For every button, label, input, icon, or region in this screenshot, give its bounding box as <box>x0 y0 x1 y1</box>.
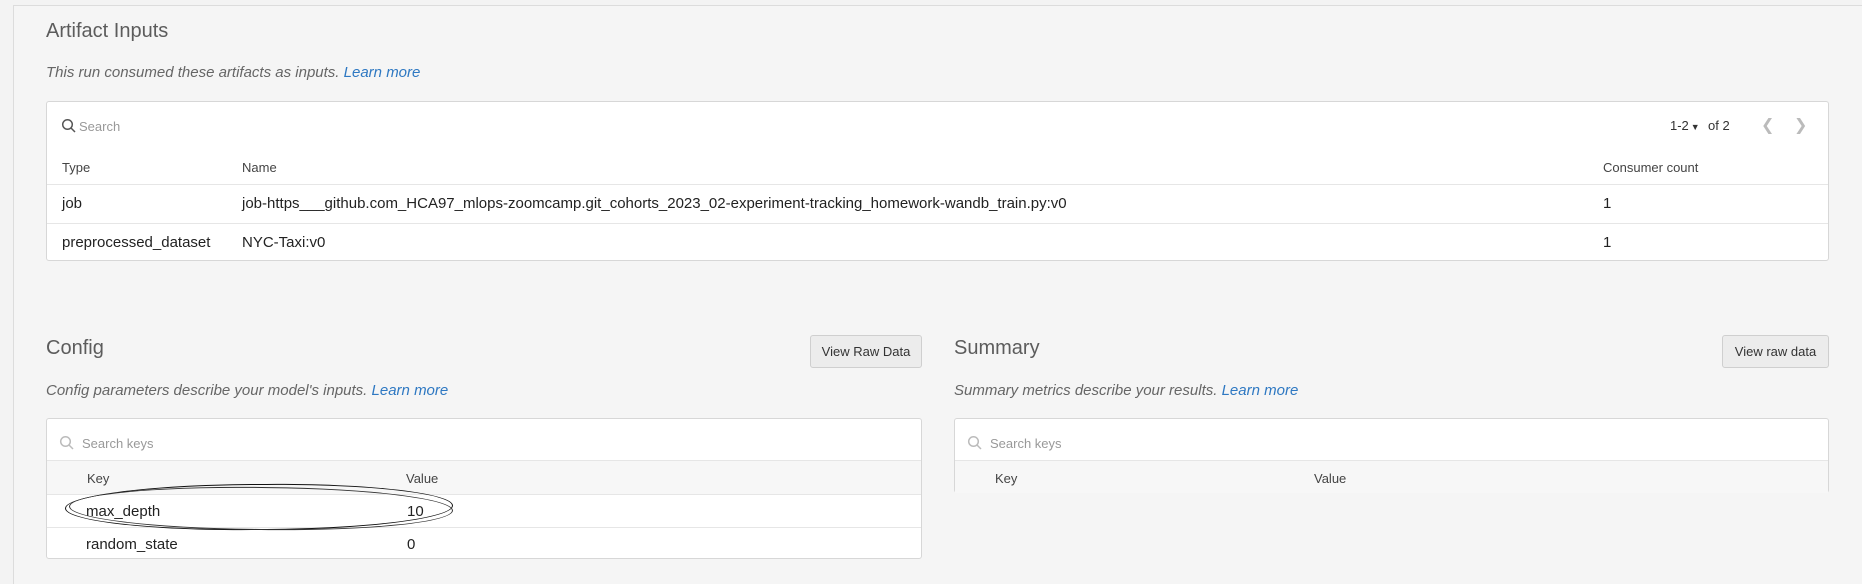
artifact-name-link[interactable]: job-https___github.com_HCA97_mlops-zoomc… <box>242 195 1067 212</box>
config-value: 0 <box>407 536 416 553</box>
artifact-consumer-count: 1 <box>1603 234 1612 251</box>
column-header-value[interactable]: Value <box>1314 471 1346 486</box>
artifact-type: preprocessed_dataset <box>62 234 211 251</box>
artifact-search-input[interactable] <box>79 114 579 138</box>
view-raw-data-summary-button[interactable]: View raw data <box>1722 335 1829 368</box>
search-icon <box>967 435 983 451</box>
column-header-consumer-count[interactable]: Consumer count <box>1603 160 1698 175</box>
chevron-right-icon[interactable]: ❯ <box>1794 115 1807 135</box>
table-row[interactable]: job job-https___github.com_HCA97_mlops-z… <box>47 184 1828 223</box>
summary-learn-more-link[interactable]: Learn more <box>1222 382 1299 399</box>
config-description: Config parameters describe your model's … <box>46 382 448 399</box>
summary-description: Summary metrics describe your results. L… <box>954 382 1298 399</box>
search-icon <box>61 118 77 134</box>
config-search-input[interactable] <box>82 431 582 455</box>
artifact-consumer-count: 1 <box>1603 195 1612 212</box>
pagination-total: of 2 <box>1708 118 1730 133</box>
column-header-type[interactable]: Type <box>62 160 90 175</box>
column-header-key[interactable]: Key <box>87 471 109 486</box>
table-row[interactable]: preprocessed_dataset NYC-Taxi:v0 1 <box>47 223 1828 261</box>
config-key: random_state <box>86 536 178 553</box>
artifact-inputs-description-text: This run consumed these artifacts as inp… <box>46 64 340 81</box>
pagination-range: 1-2 <box>1670 118 1689 133</box>
config-title: Config <box>46 337 104 359</box>
artifact-inputs-title: Artifact Inputs <box>46 20 169 42</box>
artifact-inputs-learn-more-link[interactable]: Learn more <box>344 64 421 81</box>
artifact-type: job <box>62 195 83 212</box>
config-description-text: Config parameters describe your model's … <box>46 382 368 399</box>
column-header-key[interactable]: Key <box>995 471 1017 486</box>
summary-search-input[interactable] <box>990 431 1490 455</box>
summary-table-header: Key Value <box>955 460 1828 493</box>
artifact-inputs-table: 1-2▼ of 2 ❮ ❯ Type Name Consumer count j… <box>46 101 1829 261</box>
column-header-value[interactable]: Value <box>406 471 438 486</box>
artifact-search-row: 1-2▼ of 2 ❮ ❯ <box>47 102 1828 150</box>
summary-table: Key Value <box>954 418 1829 493</box>
chevron-down-icon: ▼ <box>1690 122 1700 132</box>
config-learn-more-link[interactable]: Learn more <box>372 382 449 399</box>
pagination-range-dropdown[interactable]: 1-2 ▼ <box>1670 118 1700 133</box>
config-row-random-state[interactable]: random_state 0 <box>47 527 921 560</box>
artifact-name-link[interactable]: NYC-Taxi:v0 <box>242 234 325 251</box>
column-header-name[interactable]: Name <box>242 160 277 175</box>
summary-title: Summary <box>954 337 1040 359</box>
summary-description-text: Summary metrics describe your results. <box>954 382 1218 399</box>
artifact-inputs-description: This run consumed these artifacts as inp… <box>46 64 420 81</box>
artifact-table-header: Type Name Consumer count <box>47 150 1828 184</box>
search-icon <box>59 435 75 451</box>
view-raw-data-button[interactable]: View Raw Data <box>810 335 922 368</box>
chevron-left-icon[interactable]: ❮ <box>1761 115 1774 135</box>
